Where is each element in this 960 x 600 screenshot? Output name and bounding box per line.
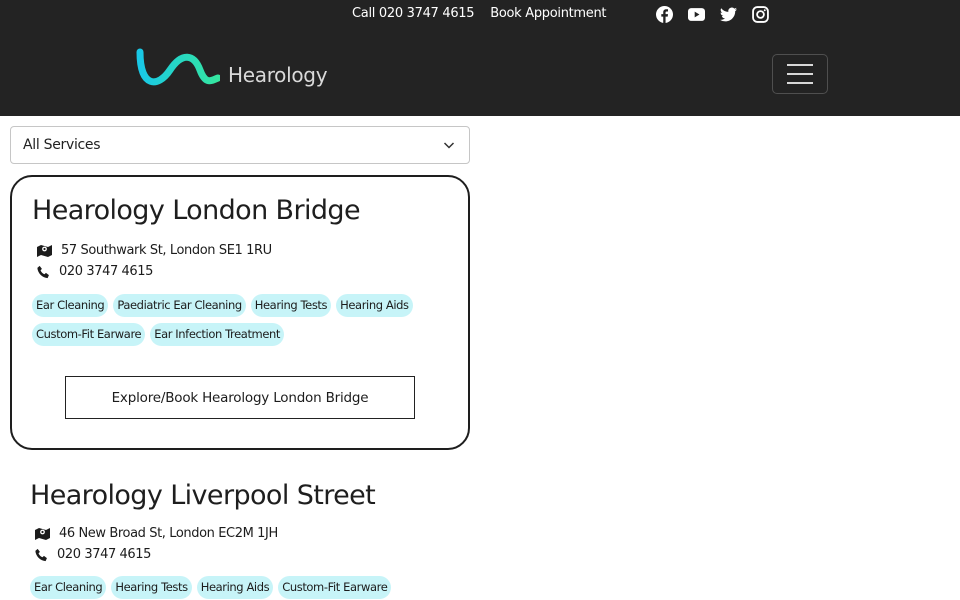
service-chips: Ear Cleaning Paediatric Ear Cleaning Hea… <box>32 294 452 346</box>
chevron-down-icon <box>443 142 455 149</box>
clinic-card-london-bridge: Hearology London Bridge 57 Southwark St,… <box>10 175 470 450</box>
hamburger-icon <box>787 64 813 66</box>
service-chip[interactable]: Custom-Fit Earware <box>32 323 146 346</box>
clinic-title: Hearology London Bridge <box>32 195 361 226</box>
menu-toggle-button[interactable] <box>772 54 828 94</box>
phone-icon <box>35 548 47 561</box>
youtube-icon[interactable] <box>687 5 705 23</box>
logo-wave-icon <box>136 48 220 86</box>
service-chip[interactable]: Ear Cleaning <box>30 576 107 599</box>
service-chip[interactable]: Ear Infection Treatment <box>150 323 285 346</box>
logo-text: Hearology <box>228 63 328 87</box>
service-chip[interactable]: Hearing Aids <box>336 294 413 317</box>
site-header: Call 020 3747 4615 Book Appointment Hear <box>0 0 960 116</box>
clinic-title: Hearology Liverpool Street <box>30 480 376 511</box>
clinic-phone[interactable]: 020 3747 4615 <box>34 547 151 562</box>
explore-book-button[interactable]: Explore/Book Hearology London Bridge <box>65 376 415 419</box>
clinic-phone[interactable]: 020 3747 4615 <box>36 264 153 279</box>
instagram-icon[interactable] <box>751 5 769 23</box>
top-links: Call 020 3747 4615 Book Appointment <box>352 6 607 21</box>
service-chip[interactable]: Ear Cleaning <box>32 294 109 317</box>
clinic-address: 57 Southwark St, London SE1 1RU <box>36 243 272 258</box>
social-links <box>655 5 769 23</box>
call-link[interactable]: Call 020 3747 4615 <box>352 6 475 21</box>
service-chip[interactable]: Paediatric Ear Cleaning <box>113 294 246 317</box>
clinic-card-liverpool-street: Hearology Liverpool Street 46 New Broad … <box>10 476 470 600</box>
service-chip[interactable]: Hearing Tests <box>111 576 192 599</box>
service-chip[interactable]: Hearing Aids <box>196 576 274 599</box>
service-filter-select[interactable]: All Services <box>10 126 470 164</box>
phone-icon <box>37 265 49 278</box>
service-chips: Ear Cleaning Hearing Tests Hearing Aids … <box>30 576 450 599</box>
twitter-icon[interactable] <box>719 5 737 23</box>
book-appointment-link[interactable]: Book Appointment <box>490 6 606 21</box>
map-icon <box>35 527 50 540</box>
service-filter-value: All Services <box>23 137 101 153</box>
map-icon <box>37 244 52 257</box>
service-chip[interactable]: Hearing Tests <box>250 294 332 317</box>
service-chip[interactable]: Custom-Fit Earware <box>278 576 392 599</box>
hearology-logo[interactable]: Hearology <box>136 48 328 92</box>
facebook-icon[interactable] <box>655 5 673 23</box>
clinic-address: 46 New Broad St, London EC2M 1JH <box>34 526 278 541</box>
